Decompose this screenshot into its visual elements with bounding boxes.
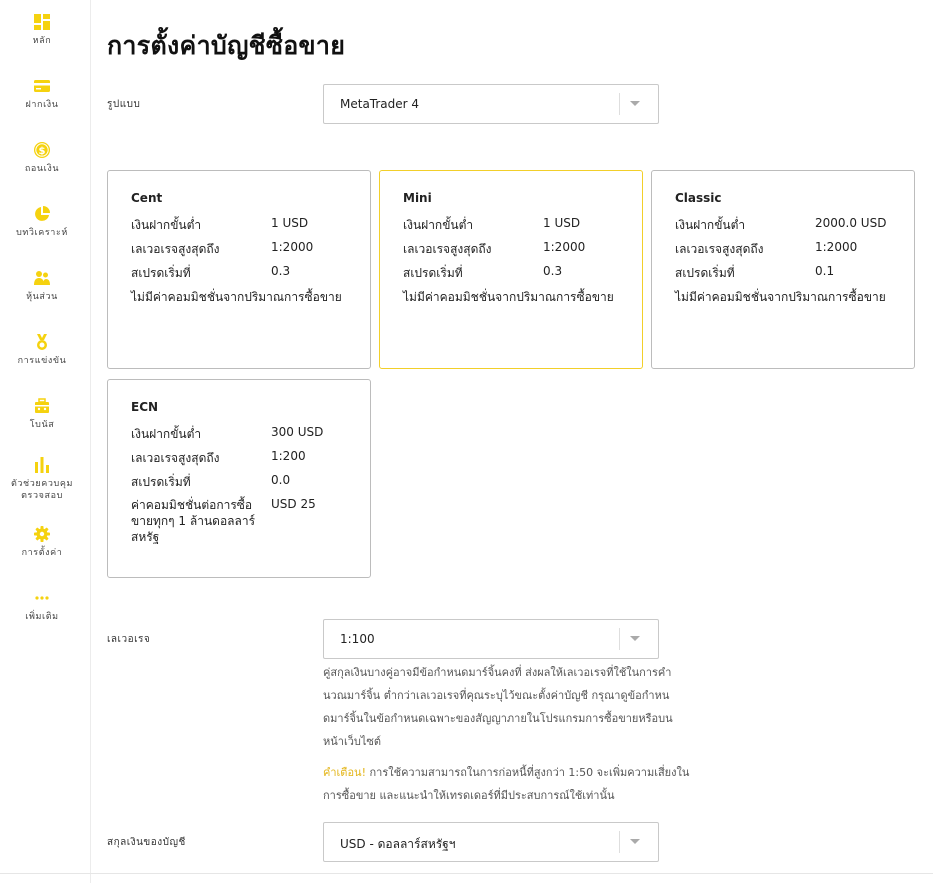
sidebar-item-label: บทวิเคราะห์ [16,228,68,238]
min-deposit-label: เงินฝากขั้นต่ำ [131,218,202,232]
sidebar-item-analytics[interactable]: บทวิเคราะห์ [0,205,84,239]
spread-value: 0.0 [271,473,291,487]
account-type-name: ECN [131,400,159,414]
commission-value: USD 25 [271,497,316,511]
sidebar-item-partners[interactable]: หุ้นส่วน [0,269,84,303]
spread-label: สเปรดเริ่มที่ [403,266,463,280]
sidebar-item-bonus[interactable]: โบนัส [0,397,84,431]
select-separator [619,628,620,650]
leverage-value: 1:2000 [543,240,586,254]
select-separator [619,93,620,115]
gear-icon [34,526,50,542]
medal-icon [37,334,47,350]
account-type-name: Cent [131,191,163,205]
leverage-value: 1:200 [271,449,306,463]
leverage-label: เลเวอเรจสูงสุดถึง [675,242,764,256]
sidebar-item-deposit[interactable]: ฝากเงิน [0,77,84,111]
sidebar-item-label: เพิ่มเติม [25,612,59,622]
sidebar-item-monitoring[interactable]: ตัวช่วยควบคุม ตรวจสอบ [0,456,84,502]
sidebar-item-label: การตั้งค่า [21,548,63,558]
sidebar-item-label-line2: ตรวจสอบ [21,491,63,501]
min-deposit-value: 2000.0 USD [815,216,887,230]
sidebar-item-more[interactable]: เพิ่มเติม [0,589,84,623]
sidebar-item-withdraw[interactable]: $ ถอนเงิน [0,141,84,175]
chevron-down-icon[interactable] [630,636,640,641]
leverage-help-text: คู่สกุลเงินบางคู่อาจมีข้อกำหนดมาร์จิ้นคง… [323,666,673,748]
sidebar: หลัก ฝากเงิน $ ถอนเงิน บทวิเคราะห์ หุ้นส… [0,0,91,883]
currency-select-value: USD - ดอลลาร์สหรัฐฯ [340,837,456,851]
sidebar-item-contests[interactable]: การแข่งขัน [0,333,84,367]
spread-value: 0.1 [815,264,835,278]
page-title: การตั้งค่าบัญชีซื้อขาย [107,31,346,60]
credit-card-icon [34,80,50,92]
sidebar-item-label: หลัก [32,36,52,46]
leverage-value: 1:2000 [815,240,858,254]
platform-select-value: MetaTrader 4 [340,97,420,111]
sidebar-item-label: ฝากเงิน [25,100,59,110]
leverage-label: เลเวอเรจสูงสุดถึง [131,242,220,256]
leverage-value: 1:2000 [271,240,314,254]
chevron-down-icon[interactable] [630,839,640,844]
sidebar-item-label: ตัวช่วยควบคุม [10,479,74,489]
spread-value: 0.3 [543,264,563,278]
leverage-field-label: เลเวอเรจ [107,634,151,645]
sidebar-item-label: โบนัส [29,420,55,430]
account-card-mini[interactable]: Mini เงินฝากขั้นต่ำ 1 USD เลเวอเรจสูงสุดถ… [379,170,643,369]
partners-icon [34,271,50,285]
leverage-select-value: 1:100 [340,632,375,646]
select-separator [619,831,620,853]
commission-note: ไม่มีค่าคอมมิชชั่นจากปริมาณการซื้อขาย [403,290,614,304]
bar-chart-icon [35,457,49,473]
account-type-name: Classic [675,191,722,205]
pie-chart-icon [35,206,50,221]
leverage-label: เลเวอเรจสูงสุดถึง [403,242,492,256]
currency-label: สกุลเงินของบัญชี [107,837,186,848]
min-deposit-label: เงินฝากขั้นต่ำ [403,218,474,232]
platform-select[interactable]: MetaTrader 4 [323,84,659,124]
sidebar-item-home[interactable]: หลัก [0,13,84,47]
spread-label: สเปรดเริ่มที่ [675,266,735,280]
more-dots-icon [35,596,49,600]
chevron-down-icon[interactable] [630,101,640,106]
min-deposit-label: เงินฝากขั้นต่ำ [675,218,746,232]
sidebar-item-label: การแข่งขัน [17,356,67,366]
commission-note: ไม่มีค่าคอมมิชชั่นจากปริมาณการซื้อขาย [131,290,342,304]
spread-label: สเปรดเริ่มที่ [131,475,191,489]
footer-divider [0,873,933,874]
min-deposit-label: เงินฝากขั้นต่ำ [131,427,202,441]
sidebar-item-label: ถอนเงิน [24,164,60,174]
leverage-label: เลเวอเรจสูงสุดถึง [131,451,220,465]
leverage-warning: คำเตือน! การใช้ความสามารถในการก่อหนี้ที่… [323,761,693,807]
min-deposit-value: 300 USD [271,425,324,439]
min-deposit-value: 1 USD [271,216,309,230]
svg-text:$: $ [39,146,46,157]
spread-label: สเปรดเริ่มที่ [131,266,191,280]
account-card-classic[interactable]: Classic เงินฝากขั้นต่ำ 2000.0 USD เลเวอเร… [651,170,915,369]
sidebar-item-label: หุ้นส่วน [26,292,58,302]
dashboard-icon [34,14,50,30]
gift-icon [35,398,49,413]
account-type-name: Mini [403,191,432,205]
dollar-coin-icon: $ [34,142,50,158]
account-card-ecn[interactable]: ECN เงินฝากขั้นต่ำ 300 USD เลเวอเรจสูงสุด… [107,379,371,578]
spread-value: 0.3 [271,264,291,278]
commission-label: ค่าคอมมิชชั่นต่อการซื้อขายทุกๆ 1 ล้านดอล… [131,498,256,544]
account-card-cent[interactable]: Cent เงินฝากขั้นต่ำ 1 USD เลเวอเรจสูงสุดถ… [107,170,371,369]
leverage-select[interactable]: 1:100 [323,619,659,659]
warning-text: การใช้ความสามารถในการก่อหนี้ที่สูงกว่า 1… [323,766,690,802]
warning-word: คำเตือน! [323,766,366,779]
commission-note: ไม่มีค่าคอมมิชชั่นจากปริมาณการซื้อขาย [675,290,886,304]
sidebar-item-settings[interactable]: การตั้งค่า [0,525,84,559]
currency-select[interactable]: USD - ดอลลาร์สหรัฐฯ [323,822,659,862]
platform-label: รูปแบบ [107,99,141,110]
min-deposit-value: 1 USD [543,216,581,230]
